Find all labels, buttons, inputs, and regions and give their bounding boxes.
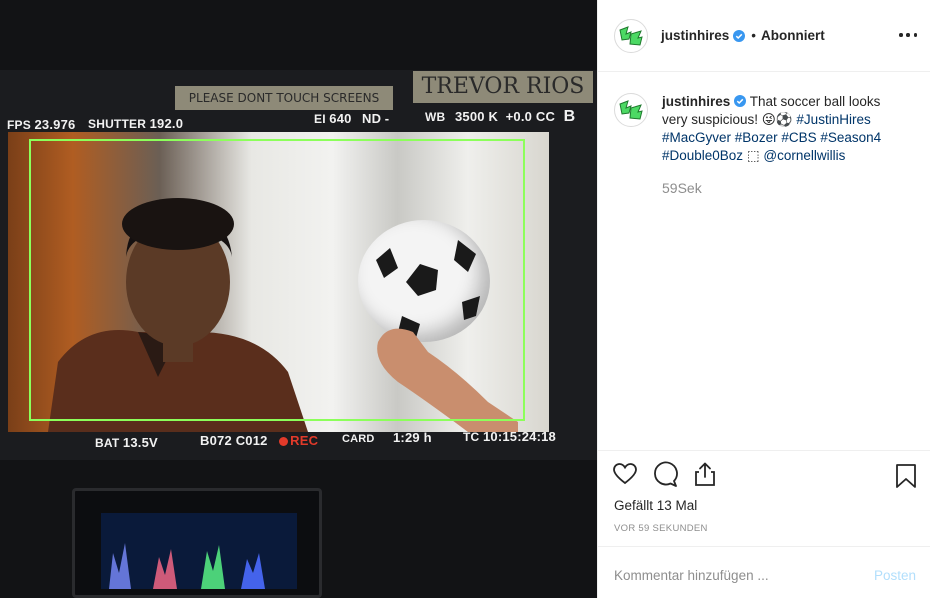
- hud-b-label: B: [563, 108, 576, 125]
- caption-symbol: ⬚: [746, 148, 760, 163]
- hud-rec: REC: [279, 433, 319, 448]
- hud-nd: ND -: [362, 111, 389, 126]
- hashtag-link[interactable]: #JustinHires: [796, 112, 870, 127]
- hashtag-link[interactable]: #CBS: [781, 130, 816, 145]
- hud-remaining: 1:29 h: [393, 430, 432, 445]
- hud-ei-value: 640: [329, 111, 352, 126]
- comment-input[interactable]: Kommentar hinzufügen ...: [614, 568, 769, 583]
- post-photo[interactable]: PLEASE DONT TOUCH SCREENS TREVOR RIOS FP…: [0, 0, 597, 598]
- hud-shutter-value: 192.0: [149, 116, 184, 131]
- hud-cc-value: +0.0 CC: [505, 109, 556, 124]
- monitor-screen: [8, 132, 549, 432]
- tape-label-screens-text: PLEASE DONT TOUCH SCREENS: [188, 91, 380, 105]
- avatar-logo-icon: [619, 25, 643, 46]
- post-actions: Gefällt 13 Mal VOR 59 SEKUNDEN Kommentar…: [598, 450, 930, 598]
- comment-icon[interactable]: [652, 461, 678, 487]
- post-header: justinhires • Abonniert: [598, 0, 930, 72]
- hud-wb: WB 3500 K +0.0 CC B: [425, 108, 575, 126]
- caption-avatar[interactable]: [614, 93, 648, 127]
- caption-timestamp[interactable]: 59Sek: [662, 179, 902, 197]
- heart-icon[interactable]: [612, 461, 638, 487]
- hud-battery-label: BAT: [95, 436, 120, 450]
- hud-timecode: TC 10:15:24:18: [463, 429, 556, 444]
- post-time-ago: VOR 59 SEKUNDEN: [614, 523, 708, 534]
- hud-nd-label: ND: [362, 111, 382, 126]
- hashtag-link[interactable]: #Season4: [820, 130, 881, 145]
- hud-battery-value: 13.5V: [122, 435, 158, 450]
- hud-remaining-value: 1:29 h: [393, 430, 432, 445]
- bookmark-button[interactable]: [895, 463, 917, 489]
- hud-fps: FPS 23.976: [7, 117, 75, 132]
- post-caption: justinhires That soccer ball looks very …: [614, 93, 914, 197]
- username-link[interactable]: justinhires: [661, 28, 729, 43]
- post-author: justinhires • Abonniert: [661, 28, 825, 43]
- verified-badge-icon: [733, 29, 746, 42]
- hud-fps-value: 23.976: [34, 117, 76, 132]
- hashtag-link[interactable]: #Double0Boz: [662, 148, 743, 163]
- hud-card: CARD: [342, 433, 375, 445]
- frame-guide: [29, 139, 525, 421]
- action-icons: [612, 461, 718, 487]
- tape-label-name: TREVOR RIOS: [413, 71, 593, 103]
- likes-count[interactable]: Gefällt 13 Mal: [614, 498, 697, 513]
- follow-status-button[interactable]: Abonniert: [761, 28, 825, 43]
- hud-rec-label: REC: [290, 433, 319, 448]
- hud-nd-value: -: [384, 111, 390, 126]
- hud-timecode-label: TC: [463, 430, 480, 444]
- hud-ei-label: EI: [314, 112, 326, 126]
- hud-clip-value: B072 C012: [200, 433, 268, 448]
- record-dot-icon: [279, 437, 289, 446]
- hud-timecode-value: 10:15:24:18: [482, 429, 556, 444]
- hashtag-link[interactable]: #Bozer: [735, 130, 778, 145]
- waveform-scope: [72, 488, 322, 598]
- share-icon[interactable]: [692, 461, 718, 487]
- hud-fps-label: FPS: [7, 118, 31, 132]
- verified-badge-icon: [734, 95, 747, 107]
- bookmark-icon[interactable]: [895, 463, 917, 489]
- mention-link[interactable]: @cornellwillis: [763, 148, 845, 163]
- hud-wb-value: 3500 K: [454, 109, 499, 124]
- avatar-logo-icon: [619, 100, 643, 120]
- hud-card-label: CARD: [342, 433, 375, 445]
- hud-wb-label: WB: [425, 110, 446, 124]
- separator-dot: •: [751, 28, 756, 43]
- post-comment-button[interactable]: Posten: [874, 568, 916, 583]
- comment-box: Kommentar hinzufügen ... Posten: [598, 546, 930, 598]
- hud-shutter: SHUTTER 192.0: [88, 116, 183, 131]
- avatar[interactable]: [614, 18, 648, 53]
- hud-ei: EI 640: [314, 111, 352, 126]
- more-options-icon[interactable]: [899, 26, 917, 44]
- tape-label-name-text: TREVOR RIOS: [421, 74, 585, 99]
- caption-username-link[interactable]: justinhires: [662, 94, 730, 109]
- hashtag-link[interactable]: #MacGyver: [662, 130, 731, 145]
- hud-battery: BAT 13.5V: [95, 435, 158, 450]
- hud-shutter-label: SHUTTER: [88, 117, 147, 131]
- hud-clip: B072 C012 REC: [200, 433, 318, 448]
- waveform-display: [101, 513, 297, 589]
- tape-label-screens: PLEASE DONT TOUCH SCREENS: [175, 86, 393, 110]
- post-sidebar: justinhires • Abonniert justinhires That…: [597, 0, 930, 598]
- caption-text: justinhires That soccer ball looks very …: [662, 93, 902, 197]
